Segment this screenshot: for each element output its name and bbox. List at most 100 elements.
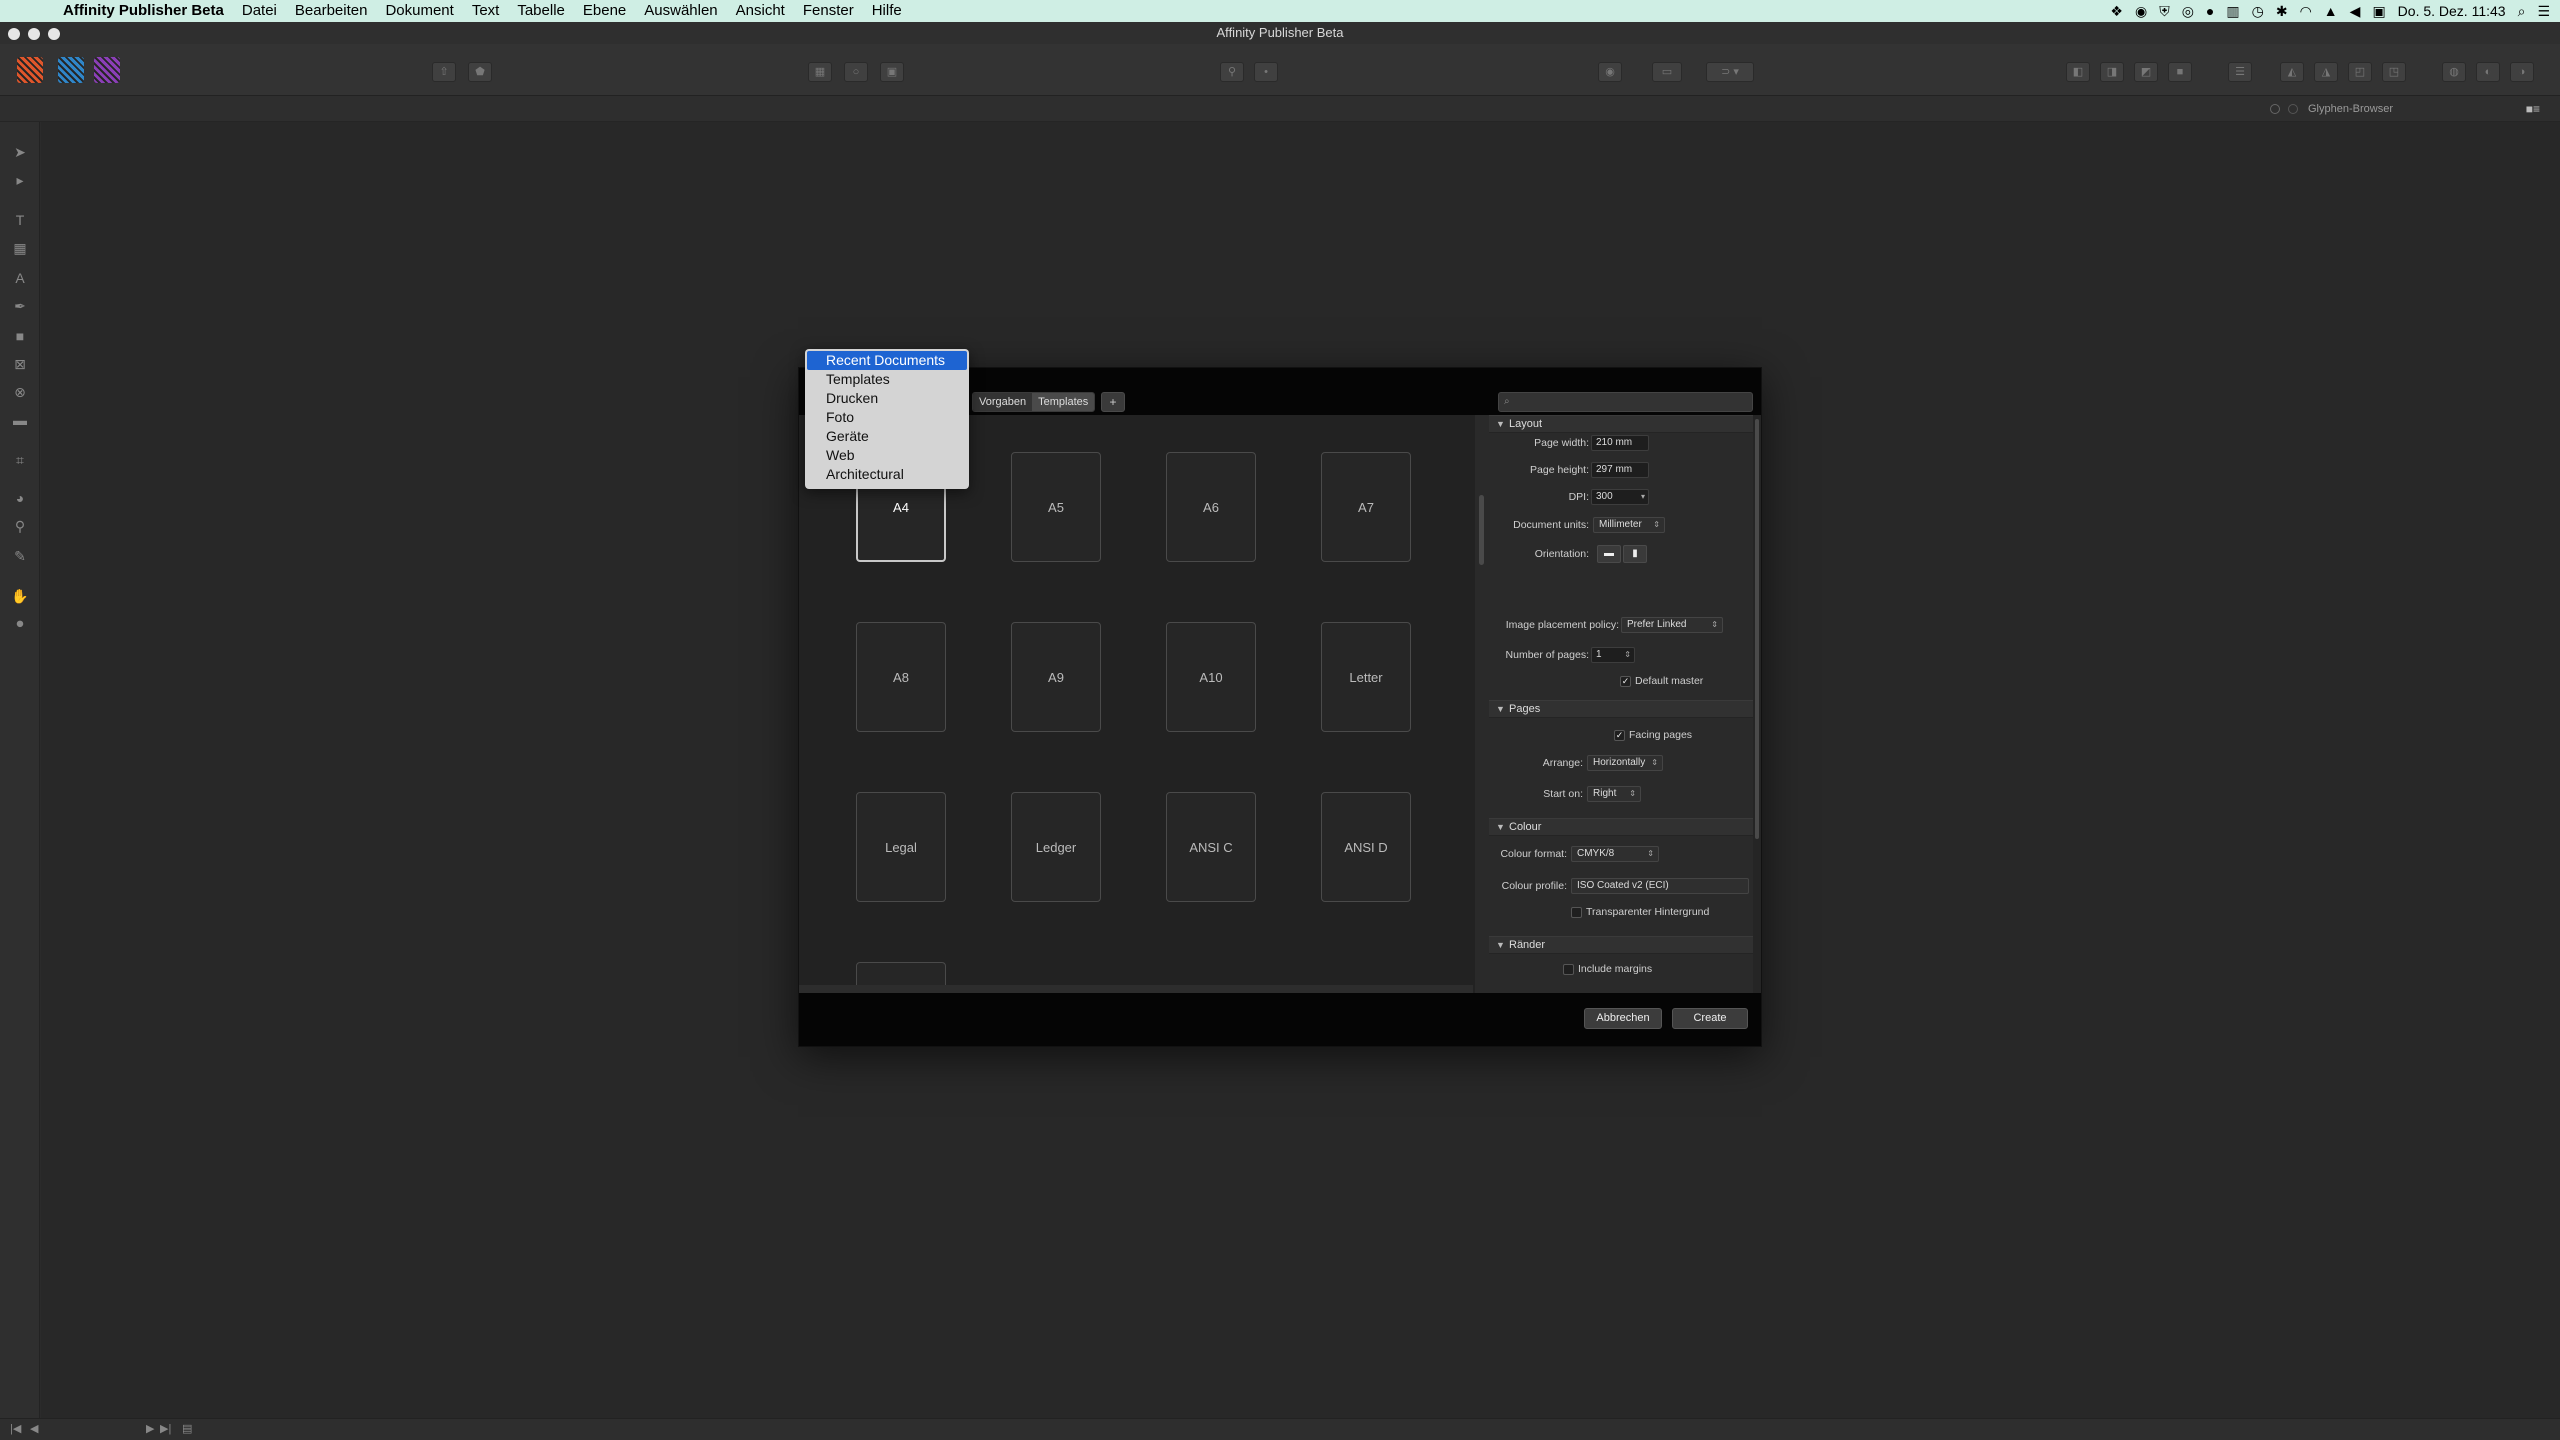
move-tool-icon[interactable]: ➤ xyxy=(10,142,30,162)
dropdown-item-architectural[interactable]: Architectural xyxy=(805,465,969,484)
picture-frame-tool-icon[interactable]: ⊠ xyxy=(10,354,30,374)
preset-card-a10[interactable]: A10 xyxy=(1166,622,1256,732)
section-margins[interactable]: ▼ Ränder xyxy=(1489,936,1753,954)
preview-mode-button[interactable]: ▣ xyxy=(880,62,904,82)
menu-datei[interactable]: Datei xyxy=(233,0,286,22)
menu-ebene[interactable]: Ebene xyxy=(574,0,635,22)
stepper-icon[interactable]: ⇕ xyxy=(1624,648,1631,662)
node-tool-icon[interactable]: ▸ xyxy=(10,170,30,190)
place-image-tool-icon[interactable]: ▬ xyxy=(10,410,30,430)
transparency-tool-icon[interactable]: ⚲ xyxy=(10,516,30,536)
menu-hilfe[interactable]: Hilfe xyxy=(863,0,911,22)
skype-icon[interactable]: ◉ xyxy=(2135,3,2147,20)
arrange-front-button[interactable]: ■ xyxy=(2168,62,2192,82)
spotlight-icon[interactable]: ⌕ xyxy=(2518,3,2526,20)
landscape-button[interactable]: ▬ xyxy=(1597,545,1621,563)
default-master-checkbox[interactable]: ✓ xyxy=(1620,676,1631,687)
panel-collapse-icon[interactable] xyxy=(2288,104,2298,114)
preset-card-a8[interactable]: A8 xyxy=(856,622,946,732)
dropdown-item-drucken[interactable]: Drucken xyxy=(805,389,969,408)
glyph-browser-panel[interactable]: Glyphen-Browser ■≡ xyxy=(2262,98,2540,120)
portrait-button[interactable]: ▮ xyxy=(1623,545,1647,563)
dropdown-item-templates[interactable]: Templates xyxy=(805,370,969,389)
panel-menu-icon[interactable]: ■≡ xyxy=(2526,98,2540,120)
shield-icon[interactable]: ⛨ xyxy=(2159,3,2170,20)
sync-icon[interactable]: ● xyxy=(2206,3,2214,19)
align-button[interactable]: ☰ xyxy=(2228,62,2252,82)
bluetooth-icon[interactable]: ✱ xyxy=(2276,3,2288,20)
settings-scrollbar[interactable] xyxy=(1753,415,1761,993)
designer-persona-icon[interactable] xyxy=(94,57,120,83)
document-units-select[interactable]: Millimeter ⇕ xyxy=(1593,517,1665,533)
rotate-right-button[interactable]: ◳ xyxy=(2382,62,2406,82)
photo-persona-icon[interactable] xyxy=(58,57,84,83)
scroll-thumb[interactable] xyxy=(1479,495,1484,565)
create-button[interactable]: Create xyxy=(1672,1008,1748,1029)
boolean-subtract-button[interactable]: ◐ xyxy=(2476,62,2500,82)
tab-vorgaben[interactable]: Vorgaben xyxy=(973,393,1033,411)
table-tool-icon[interactable]: ▦ xyxy=(10,238,30,258)
arrange-backward-button[interactable]: ◨ xyxy=(2100,62,2124,82)
flip-h-button[interactable]: ◭ xyxy=(2280,62,2304,82)
artistic-text-tool-icon[interactable]: A xyxy=(10,268,30,288)
dropdown-item-geraete[interactable]: Geräte xyxy=(805,427,969,446)
volume-icon[interactable]: ◀ xyxy=(2350,3,2361,20)
grid-horizontal-scrollbar[interactable] xyxy=(799,985,1473,993)
colour-format-select[interactable]: CMYK/8 ⇕ xyxy=(1571,846,1659,862)
circle-mode-button[interactable]: ○ xyxy=(844,62,868,82)
pin-button[interactable]: ⚲ xyxy=(1220,62,1244,82)
number-of-pages-field[interactable]: 1 ⇕ xyxy=(1591,647,1635,663)
next-page-icon[interactable]: ▶ xyxy=(146,1422,154,1435)
view-button[interactable]: ◉ xyxy=(1598,62,1622,82)
wifi-icon[interactable]: ◠ xyxy=(2300,3,2312,20)
first-page-icon[interactable]: |◀ xyxy=(10,1422,21,1435)
section-layout[interactable]: ▼ Layout xyxy=(1489,415,1753,433)
bars-icon[interactable]: ▥ xyxy=(2226,3,2239,20)
rectangle-tool-icon[interactable]: ■ xyxy=(10,326,30,346)
cancel-button[interactable]: Abbrechen xyxy=(1584,1008,1662,1029)
view-mode-button[interactable]: ▭ xyxy=(1652,62,1682,82)
start-on-select[interactable]: Right ⇕ xyxy=(1587,786,1641,802)
snapping-button[interactable]: ⊃ ▾ xyxy=(1706,62,1754,82)
menu-auswaehlen[interactable]: Auswählen xyxy=(635,0,726,22)
dpi-field[interactable]: 300 ▾ xyxy=(1591,489,1649,505)
preset-card-letter[interactable]: Letter xyxy=(1321,622,1411,732)
arrange-back-button[interactable]: ◧ xyxy=(2066,62,2090,82)
point-button[interactable]: • xyxy=(1254,62,1278,82)
share-button[interactable]: ⇧ xyxy=(432,62,456,82)
clock[interactable]: Do. 5. Dez. 11:43 xyxy=(2398,3,2506,19)
search-input[interactable]: ⌕ xyxy=(1498,392,1753,412)
preset-card-partial[interactable] xyxy=(856,962,946,985)
dropdown-item-recent-documents[interactable]: Recent Documents xyxy=(807,351,967,370)
section-colour[interactable]: ▼ Colour xyxy=(1489,818,1753,836)
page-height-field[interactable]: 297 mm xyxy=(1591,462,1649,478)
menu-tabelle[interactable]: Tabelle xyxy=(508,0,574,22)
include-margins-checkbox[interactable] xyxy=(1563,964,1574,975)
page-width-field[interactable]: 210 mm xyxy=(1591,435,1649,451)
dropdown-item-foto[interactable]: Foto xyxy=(805,408,969,427)
flip-v-button[interactable]: ◮ xyxy=(2314,62,2338,82)
airplay-icon[interactable]: ▲ xyxy=(2324,3,2338,19)
colour-profile-select[interactable]: ISO Coated v2 (ECI) xyxy=(1571,878,1749,894)
preset-card-a7[interactable]: A7 xyxy=(1321,452,1411,562)
frame-mode-button[interactable]: ▦ xyxy=(808,62,832,82)
preset-card-ledger[interactable]: Ledger xyxy=(1011,792,1101,902)
menu-ansicht[interactable]: Ansicht xyxy=(727,0,794,22)
menu-dokument[interactable]: Dokument xyxy=(376,0,462,22)
image-placement-select[interactable]: Prefer Linked ⇕ xyxy=(1621,617,1723,633)
tab-templates[interactable]: Templates xyxy=(1032,393,1095,411)
transparent-background-checkbox[interactable] xyxy=(1571,907,1582,918)
menu-app-name[interactable]: Affinity Publisher Beta xyxy=(54,0,233,22)
pen-tool-icon[interactable]: ✒ xyxy=(10,296,30,316)
rotate-left-button[interactable]: ◰ xyxy=(2348,62,2372,82)
boolean-add-button[interactable]: ◍ xyxy=(2442,62,2466,82)
publisher-persona-icon[interactable] xyxy=(17,57,43,83)
creative-cloud-icon[interactable]: ◎ xyxy=(2182,3,2194,20)
facing-pages-checkbox[interactable]: ✓ xyxy=(1614,730,1625,741)
menu-fenster[interactable]: Fenster xyxy=(794,0,863,22)
frame-text-tool-icon[interactable]: T xyxy=(10,210,30,230)
page-settings-icon[interactable]: ▤ xyxy=(182,1422,192,1435)
section-pages[interactable]: ▼ Pages xyxy=(1489,700,1753,718)
dropdown-item-web[interactable]: Web xyxy=(805,446,969,465)
menu-text[interactable]: Text xyxy=(463,0,509,22)
